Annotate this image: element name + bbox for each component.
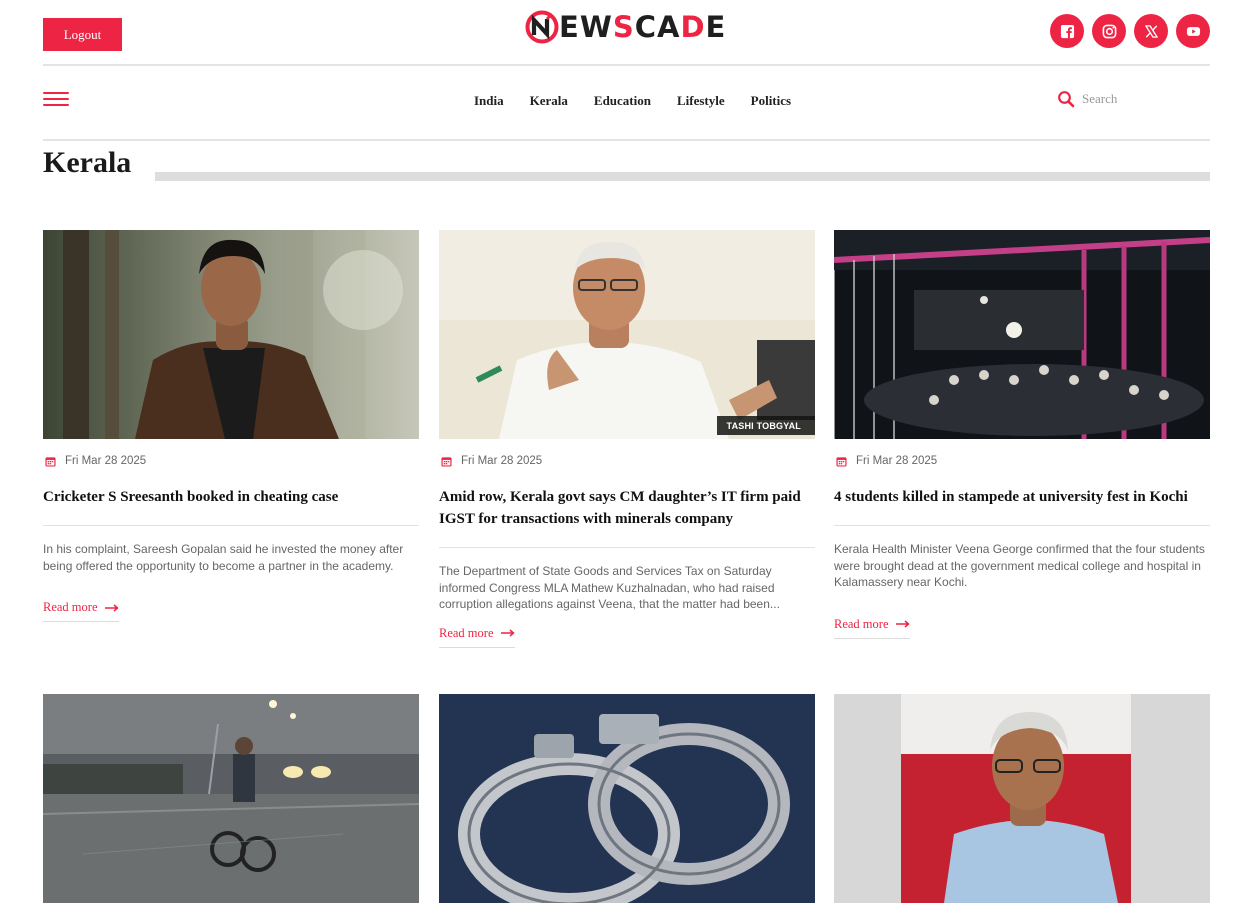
article-card — [439, 694, 815, 903]
facebook-icon — [1060, 24, 1074, 38]
arrow-right-icon — [104, 603, 119, 612]
site-logo[interactable]: E W S C A D E — [525, 8, 726, 46]
article-photo — [439, 230, 815, 439]
menu-icon — [43, 92, 69, 94]
x-icon — [1144, 24, 1158, 38]
date-text: Fri Mar 28 2025 — [65, 455, 147, 467]
menu-icon-line — [43, 104, 69, 106]
article-date: Fri Mar 28 2025 — [439, 454, 815, 468]
nav-link-kerala[interactable]: Kerala — [530, 93, 568, 109]
menu-icon-line — [43, 98, 69, 100]
date-text: Fri Mar 28 2025 — [461, 455, 543, 467]
logo-mark-icon — [525, 10, 559, 44]
section-header: Kerala — [43, 146, 1210, 186]
read-more-link[interactable]: Read more — [439, 626, 515, 648]
nav-link-politics[interactable]: Politics — [751, 93, 791, 109]
menu-button[interactable] — [43, 92, 69, 112]
article-image[interactable] — [834, 694, 1210, 903]
logout-button[interactable]: Logout — [43, 18, 122, 51]
article-title[interactable]: Amid row, Kerala govt says CM daughter’s… — [439, 486, 815, 548]
logo-letter: C — [634, 9, 657, 44]
article-excerpt: In his complaint, Sareesh Gopalan said h… — [43, 542, 404, 573]
article-image[interactable] — [43, 230, 419, 439]
photo-credit: TASHI TOBGYAL — [716, 416, 815, 435]
instagram-link[interactable] — [1092, 14, 1126, 48]
read-more-label: Read more — [439, 625, 494, 640]
logo-letter: W — [579, 9, 613, 44]
article-card — [43, 694, 419, 903]
x-link[interactable] — [1134, 14, 1168, 48]
calendar-icon — [45, 456, 56, 467]
article-excerpt: Kerala Health Minister Veena George conf… — [834, 542, 1205, 589]
calendar-icon — [836, 456, 847, 467]
read-more-label: Read more — [834, 616, 889, 631]
article-photo — [834, 694, 1210, 903]
read-more-label: Read more — [43, 600, 98, 614]
article-excerpt: The Department of State Goods and Servic… — [439, 564, 780, 611]
read-more-link[interactable]: Read more — [834, 617, 910, 639]
arrow-right-icon — [500, 629, 515, 637]
article-card: Fri Mar 28 2025 4 students killed in sta… — [834, 230, 1210, 639]
calendar-icon — [441, 456, 452, 467]
logo-wordmark: E W S C A D E — [559, 9, 727, 44]
section-title: Kerala — [43, 146, 132, 179]
article-date: Fri Mar 28 2025 — [834, 454, 1210, 468]
social-links — [1050, 14, 1210, 48]
category-links: India Kerala Education Lifestyle Politic… — [463, 93, 817, 109]
logo-letter: A — [657, 9, 681, 44]
article-photo — [43, 694, 419, 903]
article-image[interactable] — [43, 694, 419, 903]
article-image[interactable]: TASHI TOBGYAL — [439, 230, 815, 439]
date-text: Fri Mar 28 2025 — [856, 455, 938, 467]
article-card — [834, 694, 1210, 903]
article-title[interactable]: Cricketer S Sreesanth booked in cheating… — [43, 486, 419, 526]
nav-link-education[interactable]: Education — [594, 93, 651, 109]
logo-letter: E — [705, 9, 727, 44]
youtube-link[interactable] — [1176, 14, 1210, 48]
arrow-right-icon — [895, 620, 910, 628]
article-card: TASHI TOBGYAL Fri Mar 28 2025 Amid row, … — [439, 230, 815, 648]
logo-letter: S — [612, 9, 635, 44]
logo-letter: E — [559, 9, 580, 44]
search-box — [1057, 90, 1202, 108]
article-date: Fri Mar 28 2025 — [43, 454, 419, 468]
section-divider — [155, 172, 1210, 181]
article-card: Fri Mar 28 2025 Cricketer S Sreesanth bo… — [43, 230, 419, 622]
article-image[interactable] — [439, 694, 815, 903]
instagram-icon — [1102, 24, 1116, 38]
article-photo — [834, 230, 1210, 439]
article-image[interactable] — [834, 230, 1210, 439]
nav-link-lifestyle[interactable]: Lifestyle — [677, 93, 725, 109]
top-bar: Logout E W S C A D E — [43, 0, 1210, 66]
facebook-link[interactable] — [1050, 14, 1084, 48]
logo-letter: D — [680, 9, 706, 44]
youtube-icon — [1186, 26, 1200, 36]
article-photo — [43, 230, 419, 439]
nav-link-india[interactable]: India — [474, 93, 504, 109]
article-title[interactable]: 4 students killed in stampede at univers… — [834, 486, 1210, 526]
search-input[interactable] — [1082, 91, 1202, 107]
search-icon[interactable] — [1057, 90, 1075, 108]
main-nav: India Kerala Education Lifestyle Politic… — [43, 66, 1210, 141]
read-more-link[interactable]: Read more — [43, 600, 119, 622]
article-photo — [439, 694, 815, 903]
